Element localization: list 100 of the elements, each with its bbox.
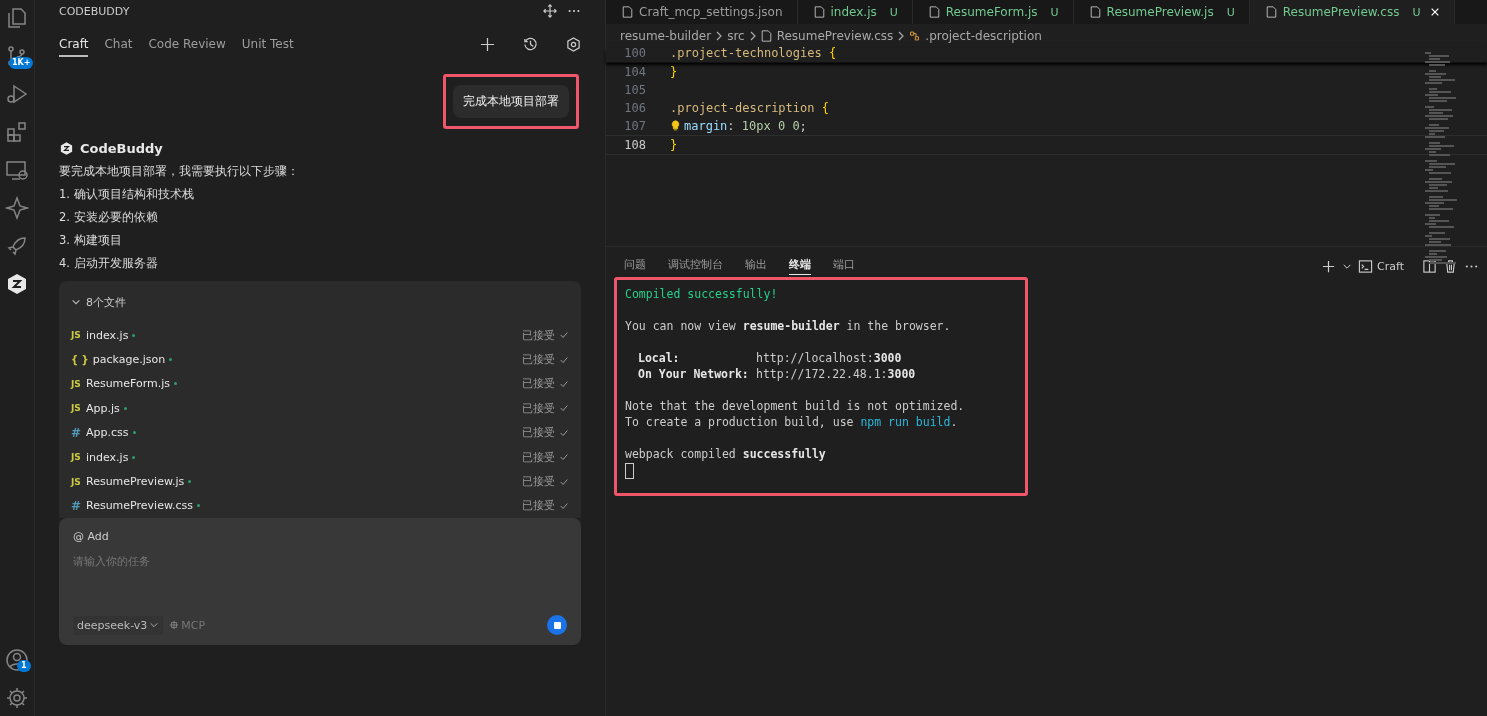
add-icon[interactable] xyxy=(480,36,495,52)
codebuddy-icon[interactable] xyxy=(5,272,29,296)
add-context-button[interactable]: @ Add xyxy=(73,530,109,544)
json-file-icon: { } xyxy=(71,354,89,366)
close-icon[interactable] xyxy=(1430,7,1441,17)
spark-icon[interactable] xyxy=(5,196,29,220)
file-status: 已接受 xyxy=(522,376,555,392)
terminal-name[interactable]: Craft xyxy=(1377,259,1404,273)
settings-icon[interactable] xyxy=(5,686,29,710)
terminal-cursor xyxy=(625,463,634,479)
terminal-icon xyxy=(1358,258,1374,274)
file-status: 已接受 xyxy=(522,498,555,514)
trash-icon[interactable] xyxy=(1443,258,1458,274)
panel-tab[interactable]: Unit Test xyxy=(241,31,294,57)
extensions-icon[interactable] xyxy=(5,120,29,144)
file-status: 已接受 xyxy=(522,327,555,343)
panel-title: CODEBUDDY xyxy=(59,4,130,18)
breadcrumb[interactable]: src xyxy=(727,29,745,43)
status-dot xyxy=(174,382,178,386)
rocket-icon[interactable] xyxy=(5,234,29,258)
terminal-line: webpack compiled successfully xyxy=(625,446,827,462)
panel-tab[interactable]: Chat xyxy=(104,31,133,57)
file-name[interactable]: ResumePreview.css xyxy=(86,499,193,513)
panel-tab[interactable]: 调试控制台 xyxy=(668,257,723,275)
check-icon xyxy=(559,354,569,365)
settings-icon[interactable] xyxy=(566,36,581,52)
run-debug-icon[interactable] xyxy=(5,82,29,106)
file-name[interactable]: ResumeForm.js xyxy=(86,377,171,391)
move-icon[interactable] xyxy=(543,4,557,18)
status-dot xyxy=(169,358,173,362)
panel-tab[interactable]: 端口 xyxy=(833,257,855,275)
notification-badge: 1K+ xyxy=(9,57,34,69)
panel-tab[interactable]: Craft xyxy=(59,31,89,57)
css-file-icon: # xyxy=(71,425,82,440)
js-file-icon: JS xyxy=(71,403,82,414)
history-icon[interactable] xyxy=(523,36,538,52)
files-toggle[interactable]: 8个文件 xyxy=(71,289,126,315)
file-name[interactable]: index.js xyxy=(86,450,129,464)
panel-tab[interactable]: 问题 xyxy=(624,257,646,275)
css-file-icon: # xyxy=(71,498,82,513)
terminal-line: On Your Network: http://172.22.48.1:3000 xyxy=(637,366,917,382)
panel-tab[interactable]: 终端 xyxy=(789,257,811,275)
file-status: 已接受 xyxy=(522,400,555,416)
file-name[interactable]: package.json xyxy=(92,353,166,367)
notification-badge: 1 xyxy=(17,660,31,672)
code-line: margin: 10px 0 0; xyxy=(684,119,807,133)
check-icon xyxy=(559,378,569,389)
terminal-line: Local: http://localhost:3000 xyxy=(637,350,903,366)
stop-button[interactable] xyxy=(547,615,567,636)
terminal-line: To create a production build, use npm run build. xyxy=(625,414,959,430)
status-dot xyxy=(132,455,136,459)
status-dot xyxy=(188,480,192,484)
check-icon xyxy=(559,452,569,463)
code-line: } xyxy=(670,138,678,152)
files-icon[interactable] xyxy=(5,6,29,30)
model-dropdown[interactable]: deepseek-v3 xyxy=(73,615,164,635)
breadcrumb[interactable]: .project-description xyxy=(925,29,1042,43)
file-icon xyxy=(928,6,940,18)
remote-monitor-icon[interactable] xyxy=(5,158,29,182)
editor-tab[interactable]: ResumePreview.css U xyxy=(1249,0,1456,24)
file-icon xyxy=(1265,6,1277,18)
code-line: } xyxy=(670,65,678,79)
breadcrumb[interactable]: ResumePreview.css xyxy=(776,29,894,43)
chevron-icon xyxy=(749,31,756,41)
terminal-line: You can now view resume-builder in the browser. xyxy=(625,318,952,334)
editor-tab[interactable]: index.js U xyxy=(797,0,913,24)
check-icon xyxy=(559,427,569,438)
add-icon[interactable] xyxy=(1321,258,1337,274)
file-status: 已接受 xyxy=(522,474,555,490)
breadcrumb[interactable]: resume-builder xyxy=(620,29,712,43)
assistant-name: CodeBuddy xyxy=(80,141,163,156)
user-message: 完成本地项目部署 xyxy=(453,85,569,118)
lightbulb-icon[interactable] xyxy=(670,120,681,132)
line-number: 105 xyxy=(623,83,647,97)
file-name[interactable]: App.js xyxy=(86,401,120,415)
check-icon xyxy=(559,500,569,511)
editor-tab[interactable]: ResumePreview.js U xyxy=(1073,0,1250,24)
status-dot xyxy=(196,504,200,508)
status-dot xyxy=(132,333,136,337)
js-file-icon: JS xyxy=(71,330,82,341)
assistant-text: 1. 确认项目结构和技术栈 xyxy=(59,186,195,202)
check-icon xyxy=(559,476,569,487)
js-file-icon: JS xyxy=(71,378,82,389)
file-name[interactable]: ResumePreview.js xyxy=(86,475,185,489)
line-number: 107 xyxy=(623,119,647,133)
panel-tab[interactable]: 输出 xyxy=(745,257,767,275)
editor-tab[interactable]: Craft_mcp_settings.json xyxy=(606,0,798,24)
editor-tab[interactable]: ResumeForm.js U xyxy=(912,0,1074,24)
file-name[interactable]: App.css xyxy=(86,426,129,440)
line-number: 100 xyxy=(623,46,647,60)
assistant-text: 4. 启动开发服务器 xyxy=(59,255,159,271)
file-name[interactable]: index.js xyxy=(86,328,129,342)
file-icon xyxy=(813,6,825,18)
split-icon[interactable] xyxy=(1422,258,1437,274)
code-line: .project-technologies { xyxy=(670,46,837,60)
assistant-text: 3. 构建项目 xyxy=(59,232,123,248)
chevron-icon xyxy=(716,31,723,41)
panel-tab[interactable]: Code Review xyxy=(148,31,226,57)
file-status: 已接受 xyxy=(522,352,555,368)
plug-icon xyxy=(169,620,180,631)
